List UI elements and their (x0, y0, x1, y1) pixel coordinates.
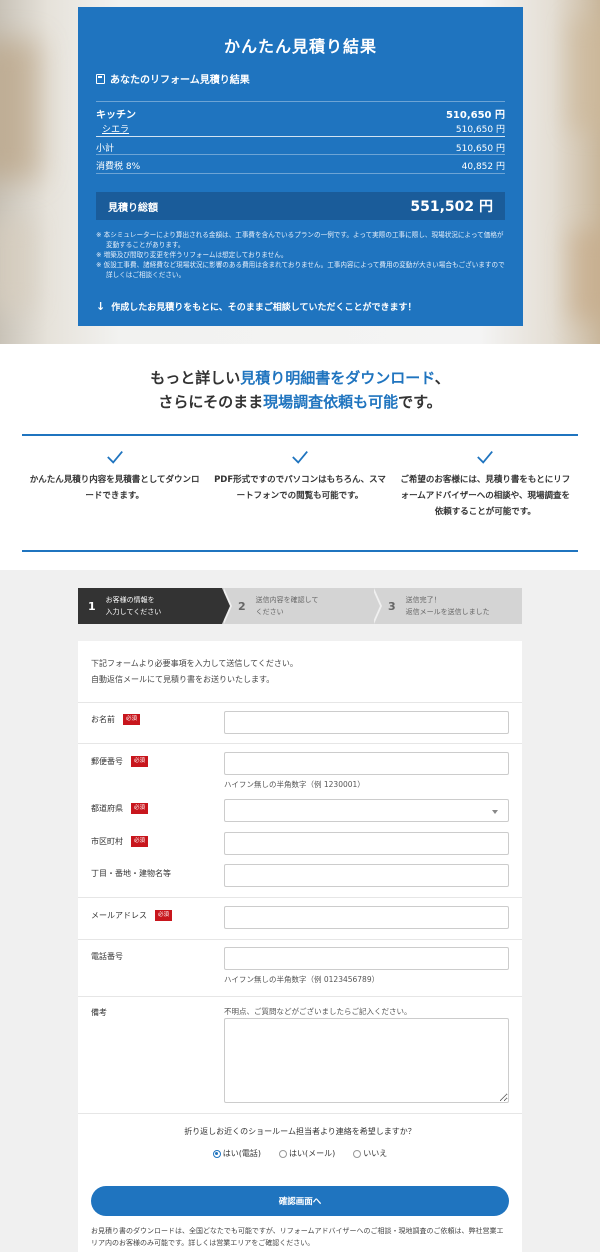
zip-hint: ハイフン無しの半角数字（例 1230001） (224, 780, 365, 789)
confirm-button[interactable]: 確認画面へ (91, 1186, 509, 1216)
address-label: 丁目・番地・建物名等 (91, 869, 171, 878)
calculator-icon (96, 73, 105, 84)
step-3: 3 送信完了！ 返信メールを送信しました (372, 588, 522, 624)
zip-input[interactable] (224, 752, 509, 775)
total-price: 551,502 円 (410, 199, 493, 215)
required-badge: 必須 (123, 714, 141, 725)
category-row: キッチン 510,650 円 (96, 110, 505, 121)
pref-label: 都道府県 必須 (91, 803, 149, 814)
estimate-request-form: 下記フォームより必要事項を入力して送信してください。 自動返信メールにて見積り書… (78, 641, 522, 1252)
subtotal-row: 小計 510,650 円 (96, 144, 505, 154)
address-input[interactable] (224, 864, 509, 887)
step-2: 2 送信内容を確認して ください (222, 588, 382, 624)
email-input[interactable] (224, 906, 509, 929)
city-input[interactable] (224, 832, 509, 855)
feature-item: かんたん見積り内容を見積書としてダウンロードできます。 (22, 448, 207, 520)
form-footnote: お見積り書のダウンロードは、全国どなたでも可能ですが、リフォームアドバイザーへの… (91, 1227, 504, 1247)
estimate-hero: かんたん見積り結果 あなたのリフォーム見積り結果 キッチン 510,650 円 … (0, 0, 600, 344)
radio-unchecked-icon[interactable] (279, 1149, 287, 1158)
feature-list: かんたん見積り内容を見積書としてダウンロードできます。 PDF形式ですのでパソコ… (22, 448, 578, 520)
pref-select[interactable] (224, 799, 509, 822)
city-label: 市区町村 必須 (91, 836, 149, 847)
consult-cta: ↓ 作成したお見積りをもとに、そのままご相談していただくことができます！ (96, 300, 417, 313)
form-lead: 下記フォームより必要事項を入力して送信してください。 自動返信メールにて見積り書… (91, 659, 298, 684)
feature-item: PDF形式ですのでパソコンはもちろん、スマートフォンでの閲覧も可能です。 (207, 448, 392, 520)
radio-none[interactable]: いいえ (353, 1148, 387, 1159)
radio-phone[interactable]: はい(電話) (212, 1148, 261, 1159)
check-icon (477, 451, 494, 464)
radio-email[interactable]: はい(メール) (279, 1148, 335, 1159)
note-textarea[interactable] (224, 1018, 509, 1103)
intro-headline: もっと詳しい見積り明細書をダウンロード、 さらにそのまま現場調査依頼も可能です。 (150, 369, 450, 411)
item-row: シエラ 510,650 円 (96, 122, 505, 135)
required-badge: 必須 (131, 803, 149, 814)
result-subtitle: あなたのリフォーム見積り結果 (96, 71, 250, 86)
result-notes: ※ 本シミュレーターにより算出される金額は、工事費を含んでいるプランの一例です。… (96, 231, 505, 279)
check-icon (292, 451, 308, 464)
item-link[interactable]: シエラ (96, 122, 129, 135)
contact-question: 折り返しお近くのショールーム担当者より連絡を希望しますか？ (184, 1127, 416, 1136)
step-1: 1 お客様の情報を 入力してください (78, 588, 232, 624)
contact-radio-group: はい(電話) はい(メール) いいえ (78, 1148, 522, 1159)
download-intro: もっと詳しい見積り明細書をダウンロード、 さらにそのまま現場調査依頼も可能です。… (0, 344, 600, 570)
zip-label: 郵便番号 必須 (91, 756, 149, 767)
note-label: 備考 (91, 1008, 107, 1017)
note-hint: 不明点、ご質問などがございましたらご記入ください。 (224, 1007, 412, 1016)
total-box: 見積り総額 551,502 円 (96, 192, 505, 220)
required-badge: 必須 (155, 910, 173, 921)
tel-hint: ハイフン無しの半角数字（例 0123456789） (224, 975, 380, 984)
form-steps: 1 お客様の情報を 入力してください 2 送信内容を確認して ください 3 送信完了… (78, 588, 522, 624)
tel-label: 電話番号 (91, 952, 123, 961)
email-label: メールアドレス 必須 (91, 910, 173, 921)
result-title: かんたん見積り結果 (223, 37, 377, 56)
radio-checked-icon[interactable] (212, 1149, 221, 1158)
feature-item: ご希望のお客様には、見積り書をもとにリフォームアドバイザーへの相談や、現場調査を… (393, 448, 578, 520)
arrow-down-icon: ↓ (96, 300, 106, 313)
tel-input[interactable] (224, 947, 509, 970)
required-badge: 必須 (131, 756, 149, 767)
name-label: お名前 必須 (91, 714, 141, 725)
tax-row: 消費税 8% 40,852 円 (96, 162, 505, 172)
estimate-result-card: かんたん見積り結果 あなたのリフォーム見積り結果 キッチン 510,650 円 … (78, 7, 523, 326)
check-icon (106, 451, 123, 464)
radio-unchecked-icon[interactable] (353, 1149, 362, 1158)
required-badge: 必須 (131, 836, 149, 847)
name-input[interactable] (224, 711, 509, 734)
